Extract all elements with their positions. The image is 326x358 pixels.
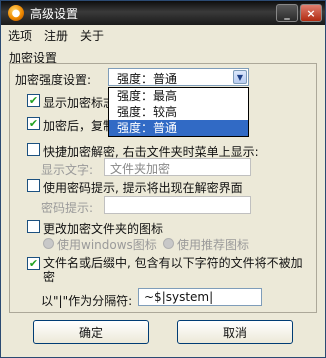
hint-input[interactable]: [104, 196, 251, 214]
ok-button-label: 确定: [78, 325, 103, 340]
cancel-button[interactable]: 取消: [177, 320, 293, 344]
icon-windows-label: 使用windows图标: [57, 238, 157, 252]
cancel-button-label: 取消: [222, 325, 247, 340]
close-button[interactable]: ×: [300, 4, 322, 22]
menu-item-options[interactable]: 选项: [8, 27, 32, 44]
settings-window: ● 高级设置 _ × 选项 注册 关于 加密设置 加密强度设置: 强度：普通 ▼…: [0, 0, 326, 358]
separator-input[interactable]: ~$|system|: [138, 288, 262, 306]
minimize-icon: _: [284, 6, 290, 20]
title-bar[interactable]: ● 高级设置 _ ×: [1, 1, 325, 25]
icon-windows-radio[interactable]: [43, 238, 54, 249]
use-hint-checkbox[interactable]: [27, 179, 40, 192]
change-icon-checkbox[interactable]: [27, 220, 40, 233]
window-title: 高级设置: [30, 6, 79, 21]
menu-item-register[interactable]: 注册: [44, 27, 68, 44]
strength-dropdown-list: 强度：最高 强度：较高 强度：普通: [108, 87, 249, 137]
strength-option-normal[interactable]: 强度：普通: [109, 120, 248, 136]
change-icon-label: 更改加密文件夹的图标: [43, 222, 164, 236]
icon-recommended-radio[interactable]: [163, 238, 174, 249]
quick-decrypt-checkbox[interactable]: [27, 143, 40, 156]
use-hint-label: 使用密码提示, 提示将出现在解密界面: [43, 181, 243, 195]
separator-value: ~$|system|: [144, 290, 214, 304]
after-encrypt-label: 加密后，复制: [43, 119, 116, 133]
icon-recommended-label: 使用推荐图标: [177, 238, 250, 252]
close-icon: ×: [306, 6, 316, 20]
minimize-button[interactable]: _: [276, 4, 298, 22]
show-encrypt-checkbox[interactable]: ✔: [27, 94, 40, 107]
exclude-chars-label: 文件名或后缀中, 包含有以下字符的文件将不被加密: [43, 256, 303, 284]
strength-label: 加密强度设置:: [15, 73, 92, 87]
separator-label: 以"|"作为分隔符:: [41, 294, 133, 308]
menu-bar: 选项 注册 关于: [2, 25, 324, 45]
strength-select-value: 强度：普通: [117, 72, 178, 86]
exclude-chars-checkbox[interactable]: ✔: [27, 257, 40, 270]
app-logo-icon: ●: [8, 5, 24, 21]
display-text-label: 显示文字:: [41, 163, 94, 177]
strength-option-highest[interactable]: 强度：最高: [109, 88, 248, 104]
show-encrypt-label: 显示加密标志: [43, 96, 116, 110]
chevron-down-icon[interactable]: ▼: [233, 70, 247, 84]
after-encrypt-checkbox[interactable]: ✔: [27, 117, 40, 130]
strength-option-high[interactable]: 强度：较高: [109, 104, 248, 120]
ok-button[interactable]: 确定: [33, 320, 149, 344]
display-text-value: 文件夹加密: [110, 162, 171, 176]
hint-label: 密码提示:: [41, 201, 94, 215]
strength-select[interactable]: 强度：普通 ▼: [108, 68, 249, 86]
menu-item-about[interactable]: 关于: [80, 27, 104, 44]
display-text-input[interactable]: 文件夹加密: [104, 158, 251, 176]
